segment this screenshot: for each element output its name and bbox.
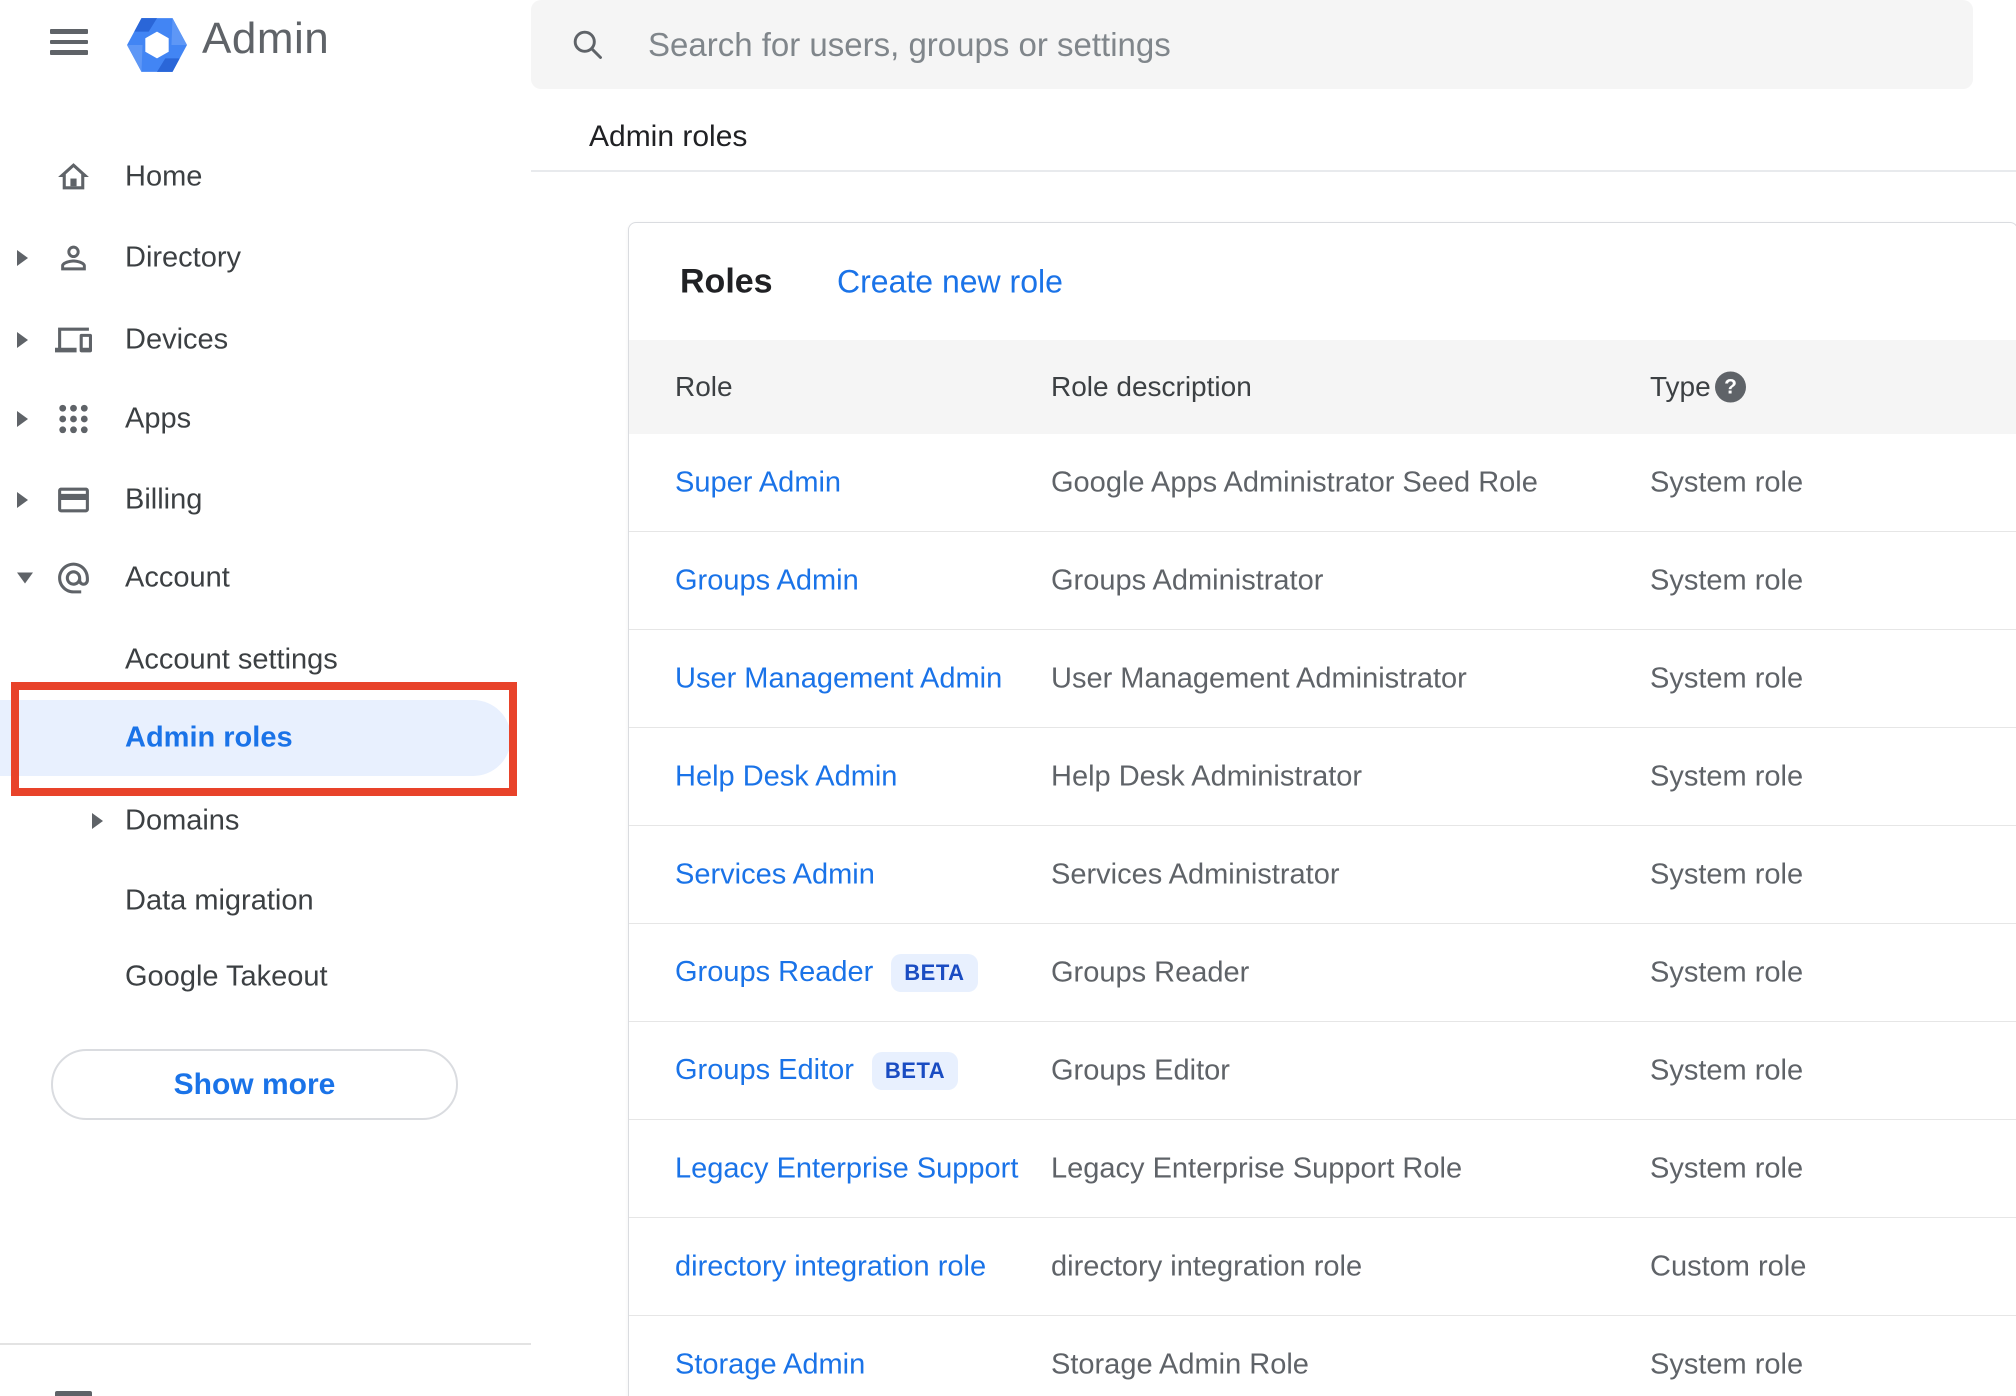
expand-arrow-icon[interactable] — [17, 250, 28, 266]
panel-title: Roles — [680, 262, 773, 300]
beta-badge: BETA — [891, 953, 978, 992]
role-link[interactable]: Super Admin — [675, 466, 841, 499]
sidebar-item-label: Google Takeout — [125, 960, 328, 993]
home-icon — [55, 159, 92, 196]
role-link[interactable]: User Management Admin — [675, 662, 1002, 695]
apps-grid-icon — [55, 401, 92, 438]
header-divider — [531, 170, 2016, 172]
devices-icon — [55, 322, 92, 359]
create-new-role-link[interactable]: Create new role — [837, 263, 1063, 300]
role-description: Help Desk Administrator — [1051, 760, 1363, 792]
expand-arrow-icon[interactable] — [17, 492, 28, 508]
breadcrumb: Admin roles — [589, 120, 748, 153]
sidebar-item-domains[interactable]: Domains — [0, 781, 531, 861]
credit-card-icon — [55, 482, 92, 519]
role-description: User Management Administrator — [1051, 662, 1467, 694]
roles-card-header: Roles Create new role — [629, 223, 2016, 340]
column-header-description: Role description — [1051, 371, 1252, 402]
sidebar-item-apps[interactable]: Apps — [0, 379, 531, 459]
sidebar-item-admin-roles[interactable]: Admin roles — [0, 700, 531, 776]
table-header-row: Role Role description Type ? — [629, 340, 2016, 434]
role-description: Services Administrator — [1051, 858, 1340, 890]
show-more-button[interactable]: Show more — [51, 1049, 458, 1120]
admin-console-screen: Admin Home Directory Devices Apps Billin… — [0, 0, 2016, 1396]
table-row: Help Desk Admin Help Desk Administrator … — [629, 728, 2016, 826]
column-header-role: Role — [675, 371, 733, 402]
role-type: System role — [1650, 662, 1804, 694]
role-description: Google Apps Administrator Seed Role — [1051, 466, 1538, 498]
expand-arrow-icon[interactable] — [17, 332, 28, 348]
sidebar-divider — [0, 1343, 531, 1345]
sidebar-item-label: Apps — [125, 402, 192, 435]
sidebar-item-home[interactable]: Home — [0, 137, 531, 217]
role-type: Custom role — [1650, 1250, 1807, 1282]
sidebar: Admin Home Directory Devices Apps Billin… — [0, 0, 531, 1396]
hamburger-menu-icon[interactable] — [50, 29, 88, 55]
search-icon — [569, 26, 605, 62]
role-link[interactable]: Services Admin — [675, 858, 875, 891]
role-description: Groups Reader — [1051, 956, 1250, 988]
role-type: System role — [1650, 760, 1804, 792]
role-link[interactable]: Help Desk Admin — [675, 760, 897, 793]
role-link[interactable]: Groups Reader — [675, 956, 873, 989]
table-row: Super Admin Google Apps Administrator Se… — [629, 434, 2016, 532]
role-description: Legacy Enterprise Support Role — [1051, 1152, 1463, 1184]
column-header-type: Type — [1650, 371, 1711, 402]
role-type: System role — [1650, 1152, 1804, 1184]
clipped-bottom-icon — [55, 1391, 92, 1396]
sidebar-item-label: Home — [125, 160, 203, 193]
sidebar-item-label: Billing — [125, 483, 203, 516]
role-link[interactable]: directory integration role — [675, 1250, 986, 1283]
expand-arrow-icon[interactable] — [92, 813, 103, 829]
sidebar-item-label: Account settings — [125, 643, 338, 676]
search-placeholder: Search for users, groups or settings — [648, 25, 1171, 63]
sidebar-item-label: Admin roles — [125, 721, 293, 754]
person-icon — [55, 240, 92, 277]
role-link[interactable]: Legacy Enterprise Support — [675, 1152, 1018, 1185]
sidebar-item-billing[interactable]: Billing — [0, 460, 531, 540]
role-type: System role — [1650, 1348, 1804, 1380]
sidebar-item-label: Devices — [125, 323, 229, 356]
expand-arrow-icon[interactable] — [17, 411, 28, 427]
sidebar-item-data-migration[interactable]: Data migration — [0, 861, 531, 941]
sidebar-item-label: Account — [125, 561, 230, 594]
table-row: Groups Admin Groups Administrator System… — [629, 532, 2016, 630]
table-row: Groups Editor BETA Groups Editor System … — [629, 1022, 2016, 1120]
role-description: Groups Administrator — [1051, 564, 1324, 596]
table-row: Legacy Enterprise Support Legacy Enterpr… — [629, 1120, 2016, 1218]
table-row: User Management Admin User Management Ad… — [629, 630, 2016, 728]
role-type: System role — [1650, 564, 1804, 596]
table-row: Groups Reader BETA Groups Reader System … — [629, 924, 2016, 1022]
sidebar-item-label: Domains — [125, 804, 240, 837]
role-description: Groups Editor — [1051, 1054, 1230, 1086]
admin-logo-icon — [127, 18, 187, 72]
role-type: System role — [1650, 956, 1804, 988]
sidebar-item-label: Directory — [125, 241, 242, 274]
roles-card: Roles Create new role Role Role descript… — [628, 222, 2016, 1396]
role-link[interactable]: Storage Admin — [675, 1348, 865, 1381]
role-type: System role — [1650, 1054, 1804, 1086]
sidebar-item-label: Data migration — [125, 884, 314, 917]
table-row: Services Admin Services Administrator Sy… — [629, 826, 2016, 924]
collapse-arrow-icon[interactable] — [17, 572, 33, 584]
role-link[interactable]: Groups Editor — [675, 1054, 854, 1087]
at-sign-icon — [55, 560, 92, 597]
search-bar[interactable]: Search for users, groups or settings — [531, 0, 1973, 89]
app-title: Admin — [202, 14, 330, 63]
table-row: Storage Admin Storage Admin Role System … — [629, 1316, 2016, 1396]
sidebar-item-account[interactable]: Account — [0, 538, 531, 618]
role-description: directory integration role — [1051, 1250, 1363, 1282]
sidebar-item-directory[interactable]: Directory — [0, 218, 531, 298]
role-type: System role — [1650, 466, 1804, 498]
help-icon[interactable]: ? — [1715, 371, 1746, 403]
role-link[interactable]: Groups Admin — [675, 564, 859, 597]
sidebar-item-devices[interactable]: Devices — [0, 300, 531, 380]
table-row: directory integration role directory int… — [629, 1218, 2016, 1316]
role-type: System role — [1650, 858, 1804, 890]
beta-badge: BETA — [871, 1051, 959, 1090]
sidebar-item-account-settings[interactable]: Account settings — [0, 620, 531, 700]
sidebar-item-google-takeout[interactable]: Google Takeout — [0, 937, 531, 1017]
role-description: Storage Admin Role — [1051, 1348, 1309, 1380]
